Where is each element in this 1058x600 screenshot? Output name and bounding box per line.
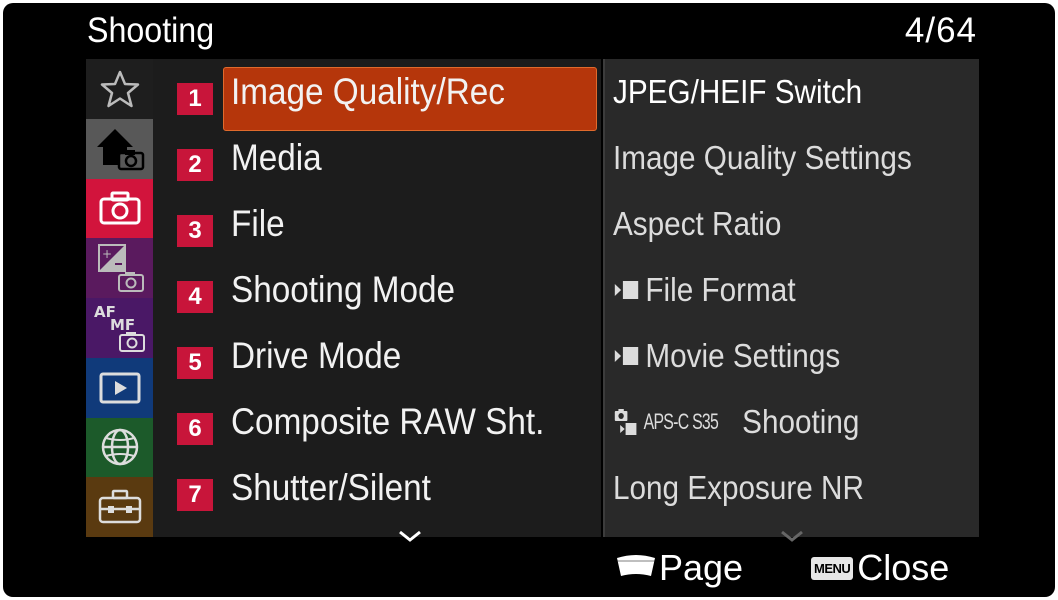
menu-button-icon: MENU xyxy=(811,556,854,580)
main-menu-list: 1 Image Quality/Rec 2 Media 3 File 4 Sho… xyxy=(153,59,601,537)
submenu-item-label: Aspect Ratio xyxy=(613,205,782,242)
camera-icon xyxy=(99,191,140,225)
menu-item-label: Composite RAW Sht. xyxy=(231,401,545,442)
menu-item-number: 4 xyxy=(177,281,213,313)
aps-c-s35-tag: APS-C S35 xyxy=(643,409,719,434)
submenu-item-label: Movie Settings xyxy=(645,337,841,374)
submenu-item-jpeg-heif[interactable]: JPEG/HEIF Switch xyxy=(605,63,979,127)
movie-icon xyxy=(613,279,640,301)
movie-icon xyxy=(613,345,640,367)
svg-text:MF: MF xyxy=(110,316,135,334)
exposure-camera-icon: + xyxy=(97,244,144,293)
submenu-item-long-exposure-nr[interactable]: Long Exposure NR xyxy=(605,459,979,523)
camera-menu-screen: Shooting 4/64 + AF MF 1 Image Quality/Re… xyxy=(3,3,1055,597)
menu-item-number: 5 xyxy=(177,347,213,379)
submenu-item-label: JPEG/HEIF Switch xyxy=(613,73,863,110)
submenu-item-label: Long Exposure NR xyxy=(613,469,864,506)
menu-item-label: Media xyxy=(231,137,322,178)
star-icon xyxy=(100,70,139,108)
svg-text:+: + xyxy=(102,247,112,261)
menu-item-label: Image Quality/Rec xyxy=(231,71,505,112)
category-tabs: + AF MF xyxy=(86,59,153,537)
tab-focus[interactable]: AF MF xyxy=(86,298,153,358)
submenu-item-movie-settings[interactable]: Movie Settings xyxy=(605,327,979,391)
close-label: Close xyxy=(857,547,950,588)
submenu-item-aspect-ratio[interactable]: Aspect Ratio xyxy=(605,195,979,259)
chevron-down-icon[interactable] xyxy=(397,529,423,543)
page-hint[interactable]: Page xyxy=(615,547,743,589)
menu-item-drive-mode[interactable]: 5 Drive Mode xyxy=(153,327,601,391)
submenu-item-label: Image Quality Settings xyxy=(613,139,912,176)
submenu-item-label: File Format xyxy=(645,271,796,308)
page-indicator: 4/64 xyxy=(904,11,977,50)
chevron-down-icon[interactable] xyxy=(779,529,805,543)
playback-icon xyxy=(99,372,140,404)
menu-item-number: 6 xyxy=(177,413,213,445)
menu-item-label: File xyxy=(231,203,285,244)
submenu-item-image-quality-settings[interactable]: Image Quality Settings xyxy=(605,129,979,193)
menu-item-number: 1 xyxy=(177,83,213,115)
tab-shooting[interactable] xyxy=(86,178,153,239)
menu-item-image-quality-rec[interactable]: 1 Image Quality/Rec xyxy=(153,63,601,131)
menu-item-label: Shutter/Silent xyxy=(231,467,431,508)
menu-item-file[interactable]: 3 File xyxy=(153,195,601,259)
submenu-item-file-format[interactable]: File Format xyxy=(605,261,979,325)
menu-title: Shooting xyxy=(87,11,215,50)
tab-my-menu[interactable] xyxy=(86,59,153,119)
af-mf-camera-icon: AF MF xyxy=(94,303,145,352)
menu-item-shutter-silent[interactable]: 7 Shutter/Silent xyxy=(153,459,601,523)
menu-item-label: Drive Mode xyxy=(231,335,402,376)
menu-item-number: 3 xyxy=(177,215,213,247)
tab-main[interactable] xyxy=(86,118,153,179)
control-wheel-icon xyxy=(617,555,655,576)
menu-item-shooting-mode[interactable]: 4 Shooting Mode xyxy=(153,261,601,325)
tab-exposure[interactable]: + xyxy=(86,238,153,298)
menu-item-media[interactable]: 2 Media xyxy=(153,129,601,193)
menu-item-composite-raw[interactable]: 6 Composite RAW Sht. xyxy=(153,393,601,457)
menu-item-number: 2 xyxy=(177,149,213,181)
menu-item-label: Shooting Mode xyxy=(231,269,456,310)
page-label: Page xyxy=(659,547,744,588)
submenu-panel: JPEG/HEIF Switch Image Quality Settings … xyxy=(603,59,979,537)
close-hint[interactable]: MENU Close xyxy=(811,547,949,589)
tab-playback[interactable] xyxy=(86,357,153,418)
tab-network[interactable] xyxy=(86,417,153,478)
globe-icon xyxy=(101,429,138,466)
menu-item-number: 7 xyxy=(177,479,213,511)
home-camera-icon xyxy=(96,128,144,170)
tab-setup[interactable] xyxy=(86,477,153,537)
still-movie-icon xyxy=(613,407,638,437)
submenu-item-label: Shooting xyxy=(742,403,860,440)
submenu-item-aps-c-shooting[interactable]: APS-C S35 Shooting xyxy=(605,393,979,457)
toolbox-icon xyxy=(98,489,141,524)
